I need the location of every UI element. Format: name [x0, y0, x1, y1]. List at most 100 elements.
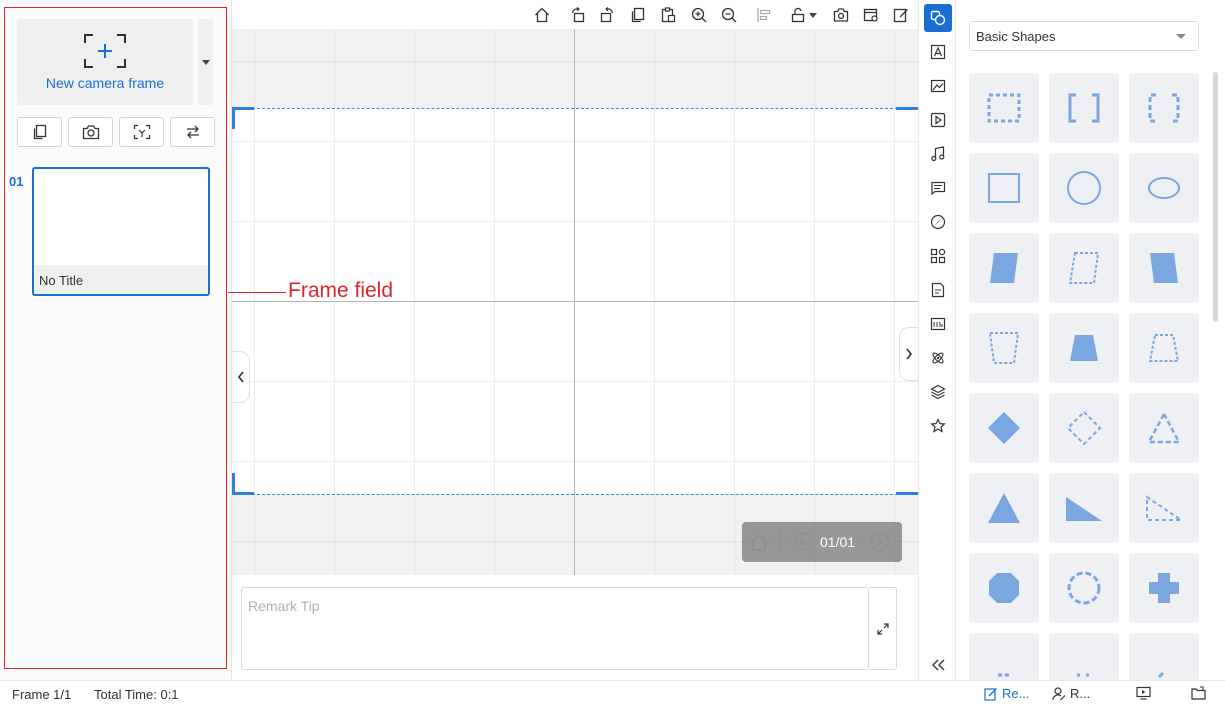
collapse-panel-button[interactable] [924, 651, 952, 679]
shapes-panel: Basic Shapes [957, 0, 1225, 680]
expand-remark-button[interactable] [869, 587, 897, 670]
lock-icon [791, 7, 804, 23]
role-button[interactable]: R... [1052, 686, 1090, 701]
edit-button[interactable] [890, 4, 912, 26]
shape-ellipse[interactable] [1129, 153, 1199, 223]
shape-dashed-trapezoid-reverse[interactable] [969, 313, 1039, 383]
components-tool-button[interactable] [924, 242, 952, 270]
previous-frame-button[interactable] [794, 533, 812, 551]
text-tool-button[interactable] [924, 38, 952, 66]
rotate-right-button[interactable] [596, 4, 618, 26]
copy-frame-button[interactable] [17, 117, 62, 147]
frame-counter: 01/01 [820, 534, 856, 550]
shape-dashed-right-triangle[interactable] [1129, 473, 1199, 543]
monitor-play-icon [1136, 686, 1151, 700]
element-toolbar [918, 0, 956, 680]
favorites-tool-button[interactable] [924, 412, 952, 440]
frame-thumbnail[interactable]: No Title [32, 167, 210, 296]
layers-tool-button[interactable] [924, 378, 952, 406]
square-icon [988, 173, 1020, 203]
zoom-in-button[interactable] [688, 4, 710, 26]
science-tool-button[interactable] [924, 344, 952, 372]
transition-button[interactable] [170, 117, 215, 147]
shape-octagon[interactable] [969, 553, 1039, 623]
template-tool-button[interactable] [924, 276, 952, 304]
shape-dashed-diamond[interactable] [1049, 393, 1119, 463]
shape-dashed-triangle[interactable] [1129, 393, 1199, 463]
shape-dashed-square[interactable] [969, 73, 1039, 143]
text-box-icon [930, 44, 946, 60]
frame-field-annotation: Frame field [288, 279, 394, 302]
shapes-scrollbar[interactable] [1213, 72, 1218, 322]
zoom-out-icon [721, 7, 737, 23]
export-button[interactable] [1191, 686, 1206, 700]
record-button[interactable]: Re... [984, 686, 1029, 701]
subtitle-tool-button[interactable] [924, 174, 952, 202]
reverse-parallelogram-icon [1150, 253, 1178, 283]
shape-cross[interactable] [1129, 553, 1199, 623]
lock-dropdown-button[interactable] [786, 4, 820, 26]
frame-fit-icon [133, 124, 150, 140]
shape-parallelogram-reverse[interactable] [1129, 233, 1199, 303]
rotate-left-icon [571, 7, 585, 23]
shape-circle[interactable] [1049, 153, 1119, 223]
frame-corner-handle[interactable] [896, 473, 918, 495]
video-tool-button[interactable] [924, 106, 952, 134]
status-bar: Frame 1/1 Total Time: 0:1 Re... R... [0, 680, 1225, 706]
shape-partial[interactable] [969, 633, 1039, 680]
effect-tool-button[interactable] [924, 208, 952, 236]
image-tool-button[interactable] [924, 72, 952, 100]
dashed-reverse-trapezoid-icon [988, 332, 1020, 364]
remark-input[interactable] [248, 598, 862, 614]
home-icon [535, 7, 549, 23]
shape-dashed-parallelogram[interactable] [1049, 233, 1119, 303]
shape-partial[interactable] [1049, 633, 1119, 680]
rotate-left-button[interactable] [567, 4, 589, 26]
audio-tool-button[interactable] [924, 140, 952, 168]
shape-trapezoid[interactable] [1049, 313, 1119, 383]
cross-icon [1149, 573, 1179, 603]
music-note-icon [931, 146, 945, 162]
shapes-tool-button[interactable] [924, 4, 952, 32]
shape-dashed-trapezoid[interactable] [1129, 313, 1199, 383]
shape-right-triangle[interactable] [1049, 473, 1119, 543]
collapse-right-panel-button[interactable] [899, 327, 918, 381]
double-chevron-left-icon [931, 659, 945, 671]
image-icon [930, 79, 946, 93]
home-icon[interactable] [748, 532, 770, 552]
folder-export-icon [1191, 686, 1206, 700]
app-window: New camera frame 01 No Title 01/01 Remar… [0, 0, 1225, 706]
align-button[interactable] [753, 4, 775, 26]
shape-brackets[interactable] [1049, 73, 1119, 143]
copy-button[interactable] [627, 4, 649, 26]
zoom-out-button[interactable] [718, 4, 740, 26]
frame-corner-handle[interactable] [896, 107, 918, 129]
shape-dashed-brackets[interactable] [1129, 73, 1199, 143]
frame-top-border [232, 108, 918, 109]
shape-parallelogram[interactable] [969, 233, 1039, 303]
chevron-left-icon [237, 371, 244, 383]
shape-square[interactable] [969, 153, 1039, 223]
frame-corner-handle[interactable] [232, 107, 254, 129]
shape-partial[interactable] [1129, 633, 1199, 680]
frame-corner-handle[interactable] [232, 473, 254, 495]
button-tool-button[interactable] [924, 310, 952, 338]
new-camera-frame-button[interactable]: New camera frame [17, 19, 193, 105]
paste-icon [661, 7, 676, 23]
screenshot-button[interactable] [830, 4, 852, 26]
dashed-trapezoid-icon [1148, 334, 1180, 362]
home-button[interactable] [531, 4, 553, 26]
paste-button[interactable] [657, 4, 679, 26]
snapshot-button[interactable] [68, 117, 113, 147]
total-time: Total Time: 0:1 [94, 687, 179, 702]
shape-category-select[interactable]: Basic Shapes [969, 21, 1199, 51]
settings-button[interactable] [860, 4, 882, 26]
fit-frame-button[interactable] [119, 117, 164, 147]
collapse-left-panel-button[interactable] [232, 351, 250, 403]
new-frame-dropdown-button[interactable] [198, 19, 213, 105]
next-frame-button[interactable] [871, 533, 889, 551]
shape-diamond[interactable] [969, 393, 1039, 463]
shape-triangle[interactable] [969, 473, 1039, 543]
shape-dashed-circle[interactable] [1049, 553, 1119, 623]
preview-button[interactable] [1136, 686, 1151, 700]
